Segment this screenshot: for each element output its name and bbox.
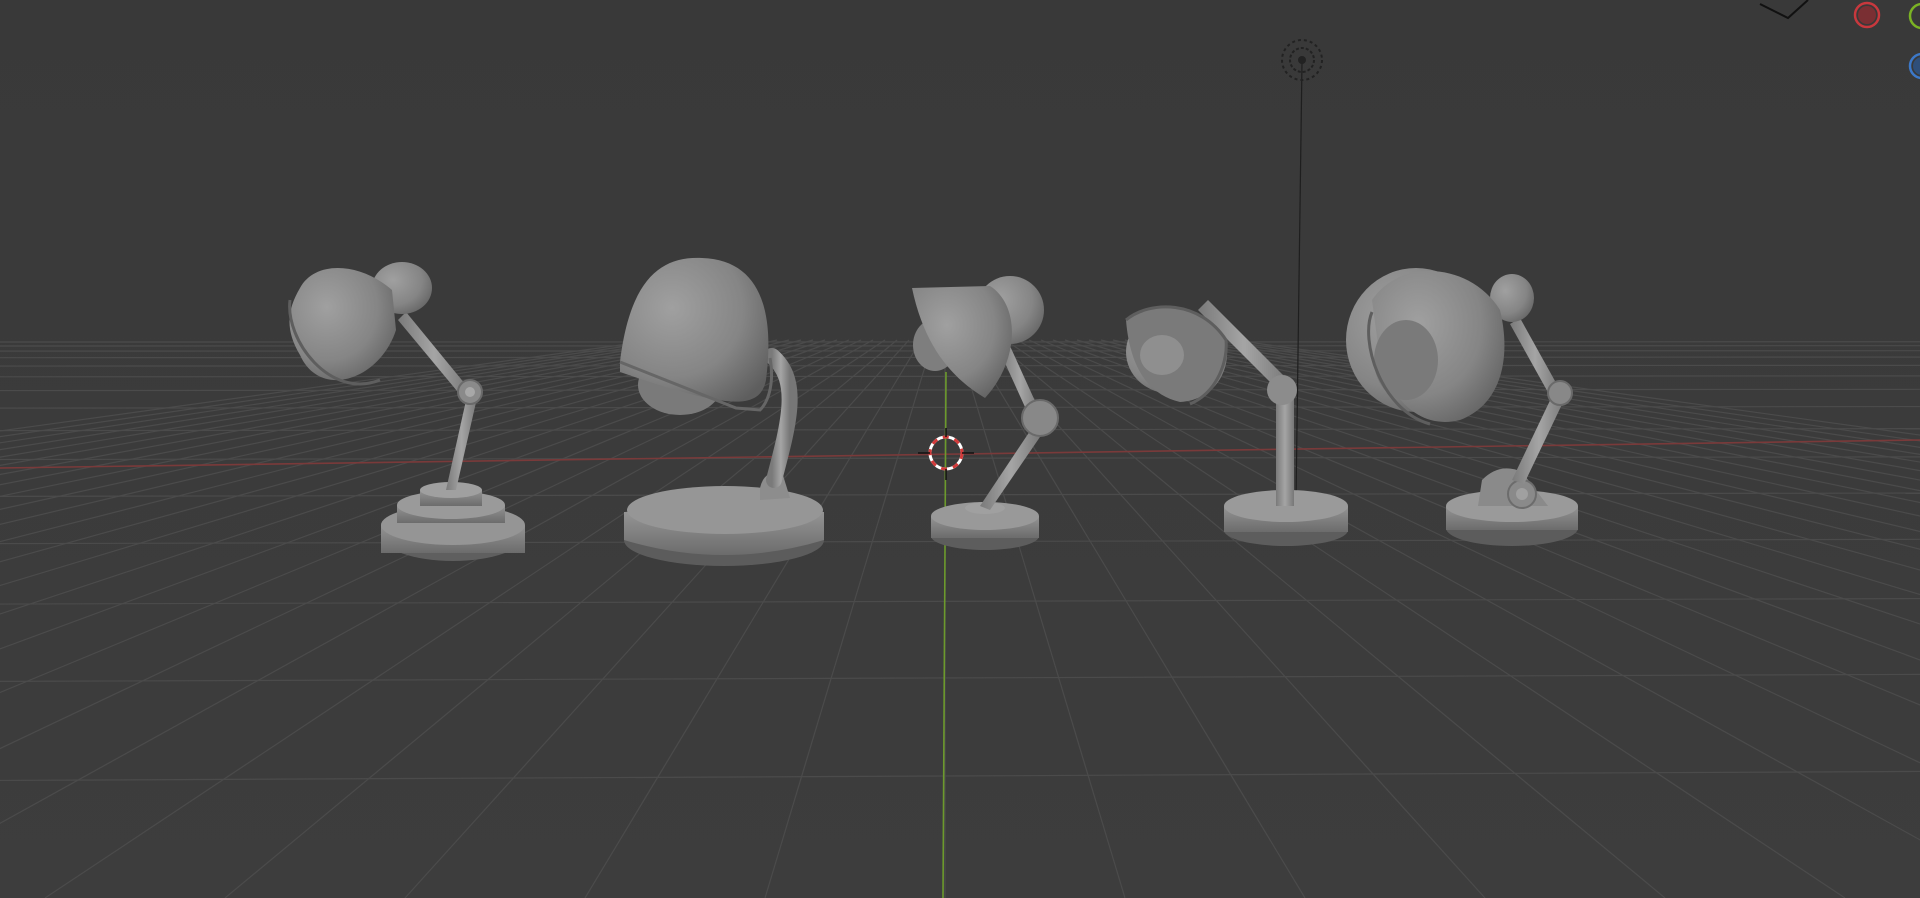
x-axis-gizmo-fill (1858, 6, 1876, 24)
3d-viewport[interactable] (0, 0, 1920, 898)
viewport-scene[interactable] (0, 0, 1920, 898)
